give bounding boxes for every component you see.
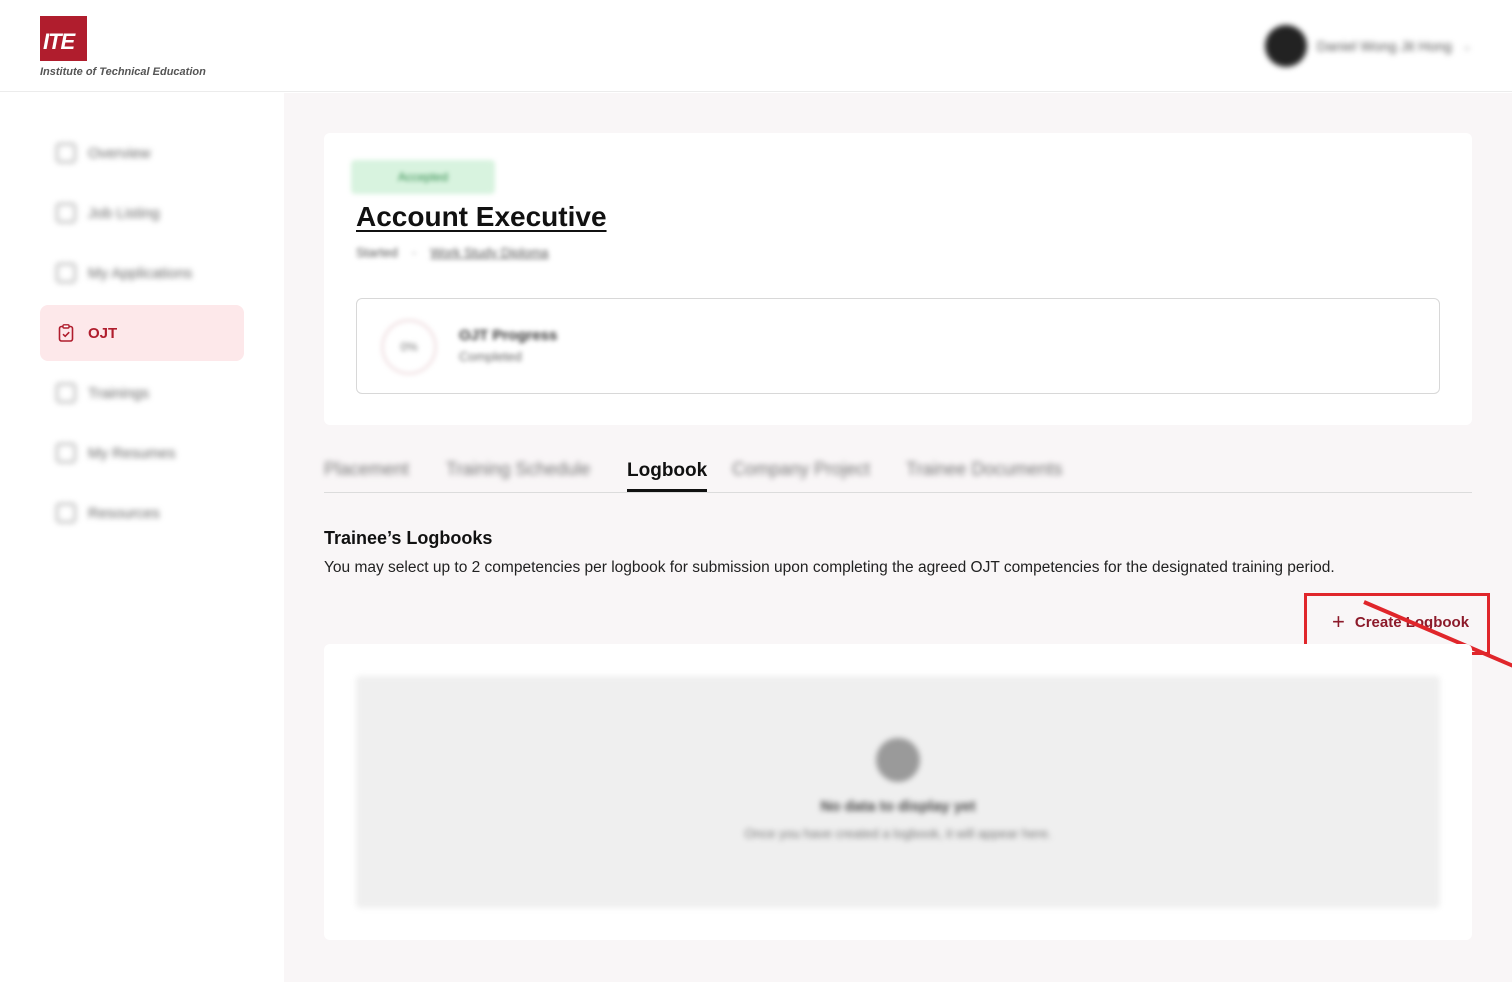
ite-logo[interactable]: ITE Institute of Technical Education xyxy=(40,16,230,82)
tab-trainee-documents[interactable]: Trainee Documents xyxy=(906,459,1062,480)
sidebar-item-label: OJT xyxy=(88,324,118,342)
empty-state-title: No data to display yet xyxy=(820,798,976,815)
avatar xyxy=(1264,25,1307,67)
company-link[interactable]: Work Study Diploma xyxy=(430,245,548,260)
sidebar-item-label: Job Listing xyxy=(88,204,160,222)
tab-training-schedule[interactable]: Training Schedule xyxy=(446,459,590,480)
document-icon xyxy=(56,263,76,283)
sidebar-item-label: Overview xyxy=(88,144,151,162)
section-description: You may select up to 2 competencies per … xyxy=(324,559,1335,576)
book-icon xyxy=(56,383,76,403)
job-period: Started xyxy=(356,245,398,260)
sidebar: Overview Job Listing My Applications OJT… xyxy=(0,93,284,982)
sidebar-item-label: My Resumes xyxy=(88,444,176,462)
sidebar-item-overview[interactable]: Overview xyxy=(40,125,244,181)
job-meta: Started · Work Study Diploma xyxy=(356,245,549,260)
file-icon xyxy=(56,443,76,463)
tab-company-project[interactable]: Company Project xyxy=(732,459,870,480)
user-name: Daniel Wong Jit Hong xyxy=(1316,38,1452,54)
sidebar-item-job-listing[interactable]: Job Listing xyxy=(40,185,244,241)
folder-icon xyxy=(56,503,76,523)
progress-title: OJT Progress xyxy=(459,327,558,344)
logo-text: Institute of Technical Education xyxy=(40,66,206,78)
user-menu[interactable]: Daniel Wong Jit Hong ⌄ xyxy=(1264,24,1472,68)
placement-summary-card: Accepted Account Executive Started · Wor… xyxy=(324,133,1472,425)
meta-separator: · xyxy=(411,245,417,260)
tab-logbook[interactable]: Logbook xyxy=(627,460,708,492)
empty-state-subtitle: Once you have created a logbook, it will… xyxy=(744,826,1052,841)
status-badge: Accepted xyxy=(351,160,495,194)
chevron-down-icon: ⌄ xyxy=(1461,39,1472,53)
sidebar-item-trainings[interactable]: Trainings xyxy=(40,365,244,421)
section-title: Trainee’s Logbooks xyxy=(324,528,493,548)
logbook-list-card: No data to display yet Once you have cre… xyxy=(324,644,1472,940)
logo-mark-text: ITE xyxy=(43,29,75,54)
briefcase-icon xyxy=(56,203,76,223)
empty-state: No data to display yet Once you have cre… xyxy=(356,676,1440,908)
progress-ring: 0% xyxy=(381,319,437,375)
tab-bar: Placement Training Schedule Logbook Comp… xyxy=(324,453,1472,493)
empty-state-icon xyxy=(876,738,920,782)
tab-placement[interactable]: Placement xyxy=(324,459,409,480)
progress-subtitle: Completed xyxy=(459,349,522,364)
clipboard-check-icon xyxy=(56,323,76,343)
top-bar: ITE Institute of Technical Education Dan… xyxy=(0,0,1512,92)
home-icon xyxy=(56,143,76,163)
sidebar-item-label: My Applications xyxy=(88,264,193,282)
sidebar-item-resources[interactable]: Resources xyxy=(40,485,244,541)
main-content: Accepted Account Executive Started · Wor… xyxy=(284,93,1512,982)
sidebar-item-my-applications[interactable]: My Applications xyxy=(40,245,244,301)
sidebar-item-label: Trainings xyxy=(88,384,150,402)
ojt-progress-box: 0% OJT Progress Completed xyxy=(356,298,1440,394)
ite-logo-mark: ITE xyxy=(40,16,87,61)
sidebar-item-my-resumes[interactable]: My Resumes xyxy=(40,425,244,481)
sidebar-item-label: Resources xyxy=(88,504,160,522)
sidebar-item-ojt[interactable]: OJT xyxy=(40,305,244,361)
page-title[interactable]: Account Executive xyxy=(356,201,607,233)
